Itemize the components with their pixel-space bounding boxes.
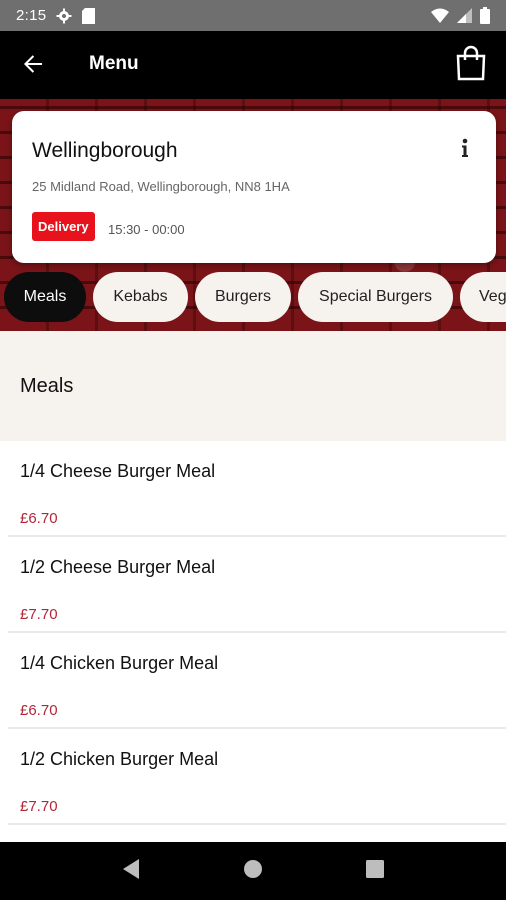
square-recents-icon bbox=[366, 859, 384, 883]
tab-kebabs[interactable]: Kebabs bbox=[93, 272, 188, 322]
nav-back-button[interactable] bbox=[111, 851, 151, 891]
delivery-badge: Delivery bbox=[32, 212, 95, 241]
back-button[interactable] bbox=[16, 49, 50, 83]
item-price: £7.70 bbox=[20, 606, 58, 623]
status-left: 2:15 bbox=[16, 7, 96, 24]
page-title: Menu bbox=[89, 53, 139, 74]
wifi-icon bbox=[431, 8, 449, 23]
circle-home-icon bbox=[243, 859, 263, 884]
item-price: £6.70 bbox=[20, 702, 58, 719]
section-title: Meals bbox=[20, 375, 74, 397]
tab-burgers[interactable]: Burgers bbox=[195, 272, 291, 322]
battery-icon bbox=[480, 7, 490, 24]
menu-item[interactable]: 1/2 Cheese Burger Meal £7.70 bbox=[0, 537, 506, 633]
info-icon[interactable] bbox=[454, 137, 476, 159]
sd-card-icon bbox=[82, 7, 96, 24]
item-name: 1/2 Cheese Burger Meal bbox=[20, 557, 216, 577]
menu-item[interactable]: 1/4 Cheese Burger Meal £6.70 bbox=[0, 441, 506, 537]
gear-icon bbox=[56, 8, 72, 24]
system-nav-bar bbox=[0, 842, 506, 900]
store-name: Wellingborough bbox=[32, 139, 178, 162]
item-price: £7.70 bbox=[20, 798, 58, 815]
app-bar: Menu bbox=[0, 31, 506, 99]
arrow-left-icon bbox=[21, 52, 45, 81]
tab-veg[interactable]: Veg bbox=[460, 272, 506, 322]
tab-special-burgers[interactable]: Special Burgers bbox=[298, 272, 453, 322]
triangle-back-icon bbox=[121, 858, 141, 885]
nav-home-button[interactable] bbox=[233, 851, 273, 891]
cart-button[interactable] bbox=[454, 45, 488, 85]
tab-meals[interactable]: Meals bbox=[4, 272, 86, 322]
store-info-card: Wellingborough 25 Midland Road, Wellingb… bbox=[12, 111, 496, 263]
category-tabs: Meals Kebabs Burgers Special Burgers Veg bbox=[0, 272, 506, 324]
item-name: 1/2 Chicken Burger Meal bbox=[20, 749, 219, 769]
menu-item[interactable]: 1/2 Chicken Burger Meal £7.70 bbox=[0, 729, 506, 825]
status-bar: 2:15 bbox=[0, 0, 506, 31]
signal-icon bbox=[457, 8, 472, 23]
item-name: 1/4 Cheese Burger Meal bbox=[20, 461, 216, 481]
shopping-bag-icon bbox=[456, 45, 486, 86]
menu-item[interactable]: 1/4 Chicken Burger Meal £6.70 bbox=[0, 633, 506, 729]
nav-recents-button[interactable] bbox=[355, 851, 395, 891]
opening-hours: 15:30 - 00:00 bbox=[108, 222, 185, 237]
section-header: Meals bbox=[0, 331, 506, 441]
divider bbox=[8, 823, 506, 825]
item-name: 1/4 Chicken Burger Meal bbox=[20, 653, 219, 673]
status-time: 2:15 bbox=[16, 7, 47, 24]
item-price: £6.70 bbox=[20, 510, 58, 527]
status-right bbox=[431, 7, 490, 24]
store-address: 25 Midland Road, Wellingborough, NN8 1HA bbox=[32, 179, 290, 194]
